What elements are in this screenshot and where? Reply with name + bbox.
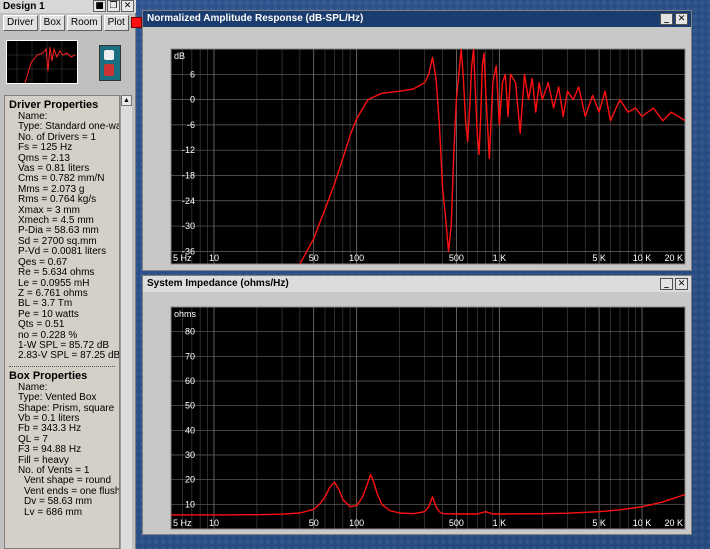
x-tick-label: 5 K [592, 253, 606, 263]
driver-prop: 2.83-V SPL = 87.25 dB [18, 350, 120, 362]
x-tick-label: 10 [209, 253, 219, 263]
y-tick-label: -6 [187, 120, 195, 130]
properties-list[interactable]: Driver Properties Name: Type: Standard o… [4, 95, 120, 549]
close-icon[interactable]: ✕ [675, 13, 688, 25]
vent-prop: Lv = 686 mm [24, 506, 83, 518]
impedance-title-bar[interactable]: System Impedance (ohms/Hz) _ ✕ [143, 276, 691, 292]
y-tick-label: 20 [185, 475, 195, 485]
driver-properties-heading: Driver Properties [9, 99, 99, 111]
amplitude-title-bar[interactable]: Normalized Amplitude Response (dB-SPL/Hz… [143, 11, 691, 27]
driver-button[interactable]: Driver [3, 15, 38, 31]
impedance-chart[interactable]: 80 70 60 50 40 30 20 10 ohms 5 Hz 10 50 100 500 1 K 5 K… [143, 292, 691, 534]
x-tick-label: 10 K [633, 518, 652, 528]
design-panel: Design 1 ■ ❐ ✕ Driver Box Room Plot Driv… [0, 0, 142, 549]
y-tick-label: 70 [185, 351, 195, 361]
minimize-icon[interactable]: _ [660, 278, 673, 290]
close-icon[interactable]: ✕ [121, 0, 134, 12]
speaker-box-icon[interactable] [99, 45, 121, 81]
x-tick-label: 50 [309, 518, 319, 528]
x-tick-label: 1 K [493, 253, 507, 263]
close-icon[interactable]: ✕ [675, 278, 688, 290]
driver-prop: Qts = 0.51 [18, 319, 65, 331]
y-tick-label: 0 [190, 95, 195, 105]
x-tick-label: 5 Hz [173, 253, 192, 263]
y-tick-label: -18 [182, 170, 195, 180]
box-button[interactable]: Box [39, 15, 65, 31]
thumbnail-graph-icon [7, 41, 77, 84]
y-tick-label: 10 [185, 499, 195, 509]
y-tick-label: 60 [185, 376, 195, 386]
y-tick-label: 80 [185, 327, 195, 337]
driver-prop: Re = 5.634 ohms [18, 267, 95, 279]
room-button[interactable]: Room [66, 15, 102, 31]
x-tick-label: 5 Hz [173, 518, 192, 528]
design-nav: Driver Box Room Plot [3, 15, 142, 31]
y-tick-label: 30 [185, 450, 195, 460]
x-tick-label: 20 K [664, 518, 683, 528]
amplitude-chart[interactable]: 60-6-12-18-24-30-36dB5 Hz 10 50 100 500 1 K5 … [143, 27, 691, 270]
restore-icon[interactable]: ❐ [107, 0, 120, 12]
impedance-window-title: System Impedance (ohms/Hz) [147, 278, 289, 289]
y-tick-label: 6 [190, 69, 195, 79]
y-tick-label: -30 [182, 221, 195, 231]
design-title-bar[interactable]: Design 1 ■ ❐ ✕ [0, 0, 136, 13]
x-tick-label: 1 K [493, 518, 507, 528]
x-tick-label: 10 [209, 518, 219, 528]
x-tick-label: 500 [449, 253, 464, 263]
plot-area [171, 307, 685, 529]
y-tick-label: 50 [185, 401, 195, 411]
scroll-up-arrow-icon[interactable]: ▲ [121, 95, 132, 106]
y-unit-label: ohms [174, 309, 197, 319]
minimize-icon[interactable]: _ [660, 13, 673, 25]
plot-area [171, 49, 685, 264]
x-tick-label: 5 K [592, 518, 606, 528]
x-tick-label: 50 [309, 253, 319, 263]
y-tick-label: -12 [182, 145, 195, 155]
y-unit-label: dB [174, 51, 185, 61]
box-properties-heading: Box Properties [9, 369, 88, 382]
x-tick-label: 100 [349, 518, 364, 528]
y-tick-label: 40 [185, 425, 195, 435]
x-tick-label: 100 [349, 253, 364, 263]
plot-button[interactable]: Plot [103, 15, 129, 31]
amplitude-response-window: Normalized Amplitude Response (dB-SPL/Hz… [142, 10, 692, 271]
x-tick-label: 20 K [664, 253, 683, 263]
divider [9, 365, 115, 367]
plot-indicator-icon [130, 17, 142, 28]
properties-scrollbar[interactable]: ▲ [120, 95, 132, 549]
save-icon[interactable]: ■ [93, 0, 106, 12]
box-prop: Type: Vented Box [18, 392, 97, 404]
amplitude-window-title: Normalized Amplitude Response (dB-SPL/Hz… [147, 13, 364, 24]
x-tick-label: 10 K [633, 253, 652, 263]
impedance-window: System Impedance (ohms/Hz) _ ✕ 80 70 60 50 4… [142, 275, 692, 535]
design-title: Design 1 [3, 1, 45, 12]
y-tick-label: -24 [182, 196, 195, 206]
x-tick-label: 500 [449, 518, 464, 528]
response-thumbnail[interactable] [6, 40, 78, 84]
